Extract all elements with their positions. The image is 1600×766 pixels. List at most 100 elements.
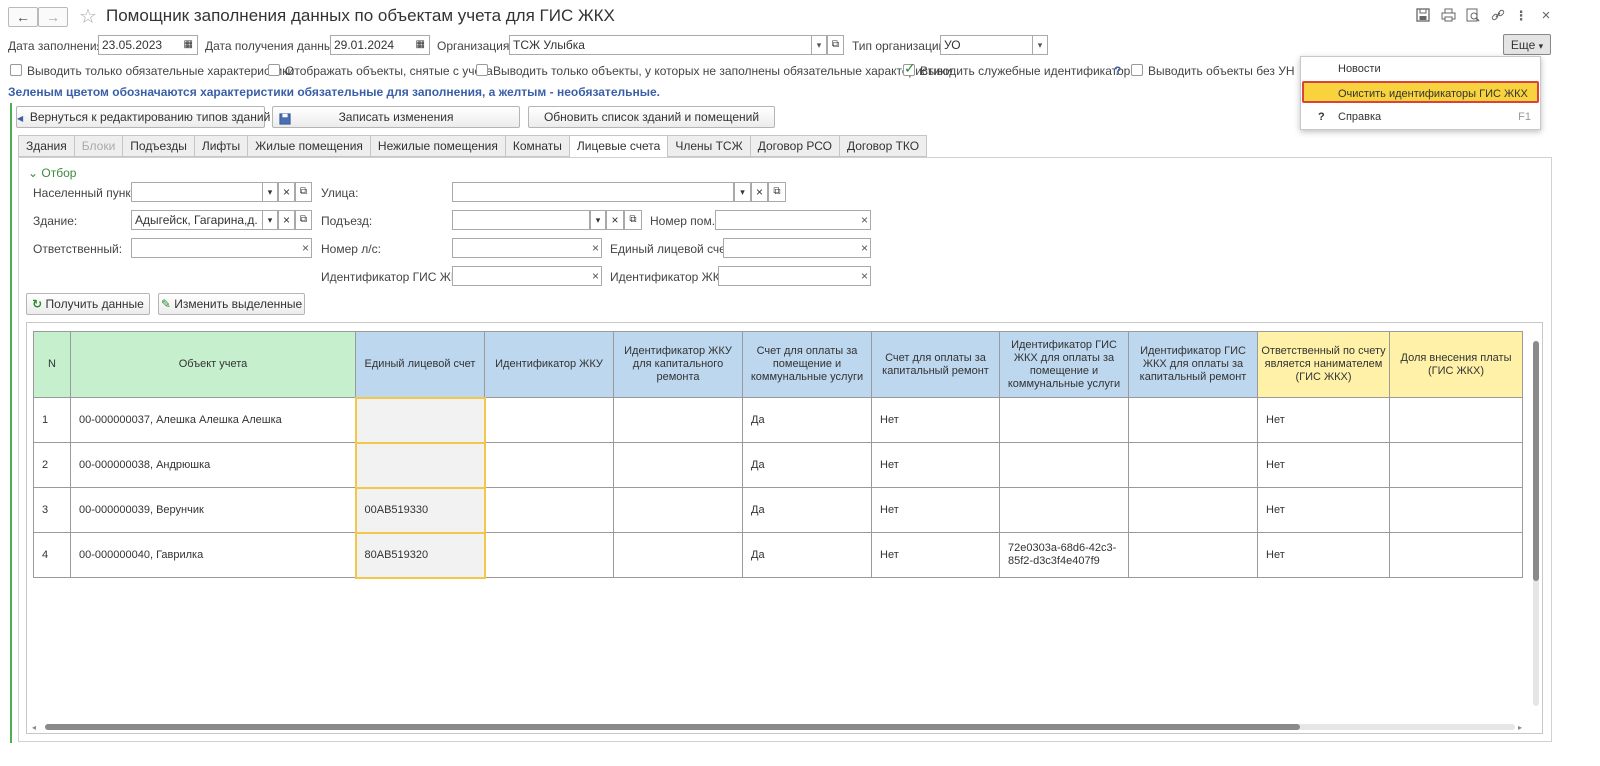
table-cell[interactable]: Нет [871,397,1000,443]
column-header[interactable]: Идентификатор ГИС ЖКХ для оплаты за капи… [1128,331,1258,398]
without-un-checkbox[interactable] [1131,64,1143,76]
service-ids-checkbox[interactable] [903,60,916,77]
table-row[interactable]: 4 00-000000040, Гаврилка 80AB519320 Да Н… [33,531,1523,579]
table-cell[interactable]: 4 [33,532,71,578]
entrance-dropdown[interactable]: ▾ [590,210,606,230]
table-cell[interactable]: Да [742,487,872,533]
building-open[interactable]: ⧉ [295,210,312,230]
tab-accounts[interactable]: Лицевые счета [568,135,668,158]
close-window-icon[interactable]: × [1538,8,1554,24]
column-header[interactable]: Идентификатор ГИС ЖКХ для оплаты за поме… [999,331,1129,398]
filter-toggle[interactable]: ⌄ Отбор [28,166,76,180]
table-cell[interactable]: 80AB519320 [354,531,486,579]
horizontal-scrollbar[interactable] [45,724,1515,730]
more-vertical-icon[interactable]: ⋮ [1513,8,1529,24]
column-header[interactable]: Единый лицевой счет [355,331,485,398]
column-header[interactable]: Идентификатор ЖКУ [484,331,614,398]
get-data-button[interactable]: ↻ Получить данные [26,293,150,315]
calendar-icon[interactable]: ▦ [416,36,425,54]
locality-clear[interactable]: × [278,182,295,202]
table-cell[interactable]: Нет [1257,487,1390,533]
table-cell[interactable] [484,532,614,578]
single-account-field[interactable]: × [723,238,871,258]
building-field[interactable]: Адыгейск, Гагарина,д. 1 [131,210,263,230]
locality-field[interactable] [131,182,263,202]
column-header[interactable]: Идентификатор ЖКУ для капитального ремон… [613,331,743,398]
table-cell[interactable]: 00AB519330 [354,486,486,534]
clear-icon[interactable]: × [861,267,868,285]
required-only-checkbox[interactable] [10,64,22,76]
table-cell[interactable] [484,442,614,488]
forward-nav-button[interactable]: → [38,7,68,27]
table-cell[interactable] [999,487,1129,533]
menu-item-help[interactable]: ? Справка F1 [1302,106,1539,128]
org-type-field[interactable]: УО ▾ [940,35,1048,55]
table-cell[interactable]: 00-000000037, Алешка Алешка Алешка [70,397,356,443]
column-header[interactable]: Счет для оплаты за капитальный ремонт [871,331,1000,398]
table-cell[interactable]: 2 [33,442,71,488]
scroll-right-icon[interactable]: ▸ [1518,723,1522,732]
street-dropdown[interactable]: ▾ [734,182,751,202]
refresh-buildings-button[interactable]: Обновить список зданий и помещений [528,106,775,128]
menu-item-clear-gis-ids[interactable]: Очистить идентификаторы ГИС ЖКХ [1302,81,1539,103]
back-nav-button[interactable]: ← [8,7,38,27]
edit-selected-button[interactable]: ✎ Изменить выделенные [158,293,305,315]
table-cell[interactable]: 1 [33,397,71,443]
table-cell[interactable]: Да [742,532,872,578]
favorite-star-icon[interactable]: ☆ [79,4,97,29]
street-open[interactable]: ⧉ [768,182,786,202]
table-cell[interactable]: 3 [33,487,71,533]
tab-rooms[interactable]: Комнаты [504,135,569,157]
table-row[interactable]: 3 00-000000039, Верунчик 00AB519330 Да Н… [33,486,1523,534]
responsible-field[interactable]: × [131,238,312,258]
table-cell[interactable] [1128,442,1258,488]
tab-blocks[interactable]: Блоки [73,135,123,157]
table-cell[interactable] [1389,532,1523,578]
scroll-thumb[interactable] [45,724,1300,730]
save-changes-button[interactable]: Записать изменения [272,106,520,128]
table-cell[interactable]: Нет [871,532,1000,578]
entrance-clear[interactable]: × [606,210,624,230]
table-cell[interactable] [1389,487,1523,533]
account-no-field[interactable]: × [452,238,602,258]
table-cell[interactable]: 00-000000040, Гаврилка [70,532,356,578]
chevron-down-icon[interactable]: ▾ [811,36,826,54]
tab-elevators[interactable]: Лифты [193,135,248,157]
table-cell[interactable] [613,487,743,533]
table-cell[interactable] [613,442,743,488]
calendar-icon[interactable]: ▦ [184,36,193,54]
table-cell[interactable]: Нет [1257,532,1390,578]
table-cell[interactable]: 00-000000039, Верунчик [70,487,356,533]
table-cell[interactable]: Нет [1257,397,1390,443]
table-cell[interactable]: Да [742,397,872,443]
table-cell[interactable] [354,441,486,489]
vertical-scrollbar[interactable] [1533,341,1539,706]
table-row[interactable]: 2 00-000000038, Андрюшка Да Нет Нет [33,441,1523,489]
table-cell[interactable] [1128,532,1258,578]
fill-date-field[interactable]: 23.05.2023 ▦ [98,35,198,55]
locality-dropdown[interactable]: ▾ [262,182,278,202]
table-cell[interactable]: Нет [1257,442,1390,488]
table-cell[interactable] [613,532,743,578]
receive-date-field[interactable]: 29.01.2024 ▦ [330,35,430,55]
table-cell[interactable] [1389,397,1523,443]
street-field[interactable] [452,182,734,202]
clear-icon[interactable]: × [861,211,868,229]
tab-rso-contract[interactable]: Договор РСО [749,135,839,157]
clear-icon[interactable]: × [592,239,599,257]
building-dropdown[interactable]: ▾ [262,210,278,230]
table-cell[interactable]: Да [742,442,872,488]
scroll-thumb[interactable] [1533,341,1539,581]
table-cell[interactable] [1128,487,1258,533]
locality-open[interactable]: ⧉ [295,182,312,202]
link-icon[interactable] [1490,8,1506,24]
tab-entrances[interactable]: Подъезды [122,135,194,157]
column-header[interactable]: Ответственный по счету является нанимате… [1257,331,1390,398]
tab-buildings[interactable]: Здания [18,135,74,157]
tab-residential[interactable]: Жилые помещения [247,135,370,157]
room-no-field[interactable]: × [715,210,871,230]
clear-icon[interactable]: × [302,239,309,257]
column-header[interactable]: N [33,331,71,398]
tab-tszh-members[interactable]: Члены ТСЖ [667,135,750,157]
scroll-left-icon[interactable]: ◂ [32,723,36,732]
